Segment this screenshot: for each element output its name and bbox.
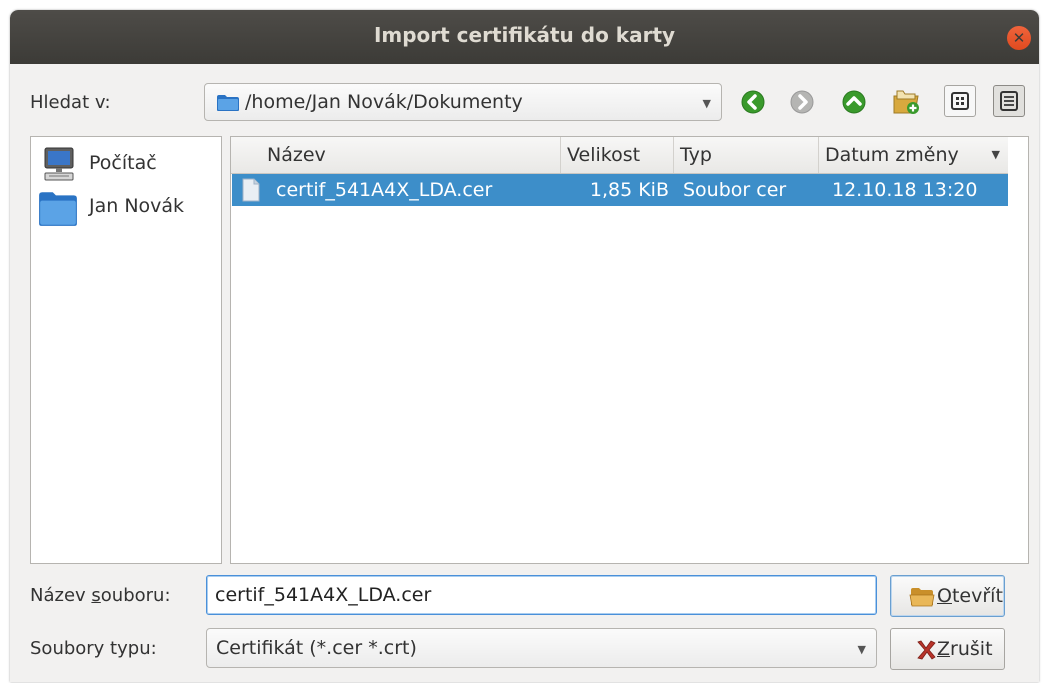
file-name-label-mnemonic: s [91,585,101,606]
open-folder-icon [909,588,935,607]
folder-icon [39,192,77,226]
file-name-label-part: ouboru: [100,585,171,606]
parent-folder-button[interactable] [839,87,869,117]
sidebar-item-label: Jan Novák [89,195,185,217]
column-header-date[interactable]: Datum změny ▼ [819,137,1008,173]
cancel-mnemonic: Z [937,638,951,660]
detail-view-icon [1000,91,1018,111]
dialog-window: Import certifikátu do karty ✕ Hledat v: … [10,10,1039,682]
close-button[interactable]: ✕ [1007,26,1031,50]
file-type-cell: Soubor cer [683,179,787,201]
cancel-x-icon [917,640,936,660]
back-arrow-icon [741,90,765,114]
cancel-button-label: Zrušit [937,638,993,660]
folder-icon [217,95,239,111]
sidebar-item-label: Počítač [89,152,157,174]
file-name-label-part: Název [30,585,92,606]
list-view-button[interactable] [944,85,976,117]
sidebar-item-computer[interactable]: Počítač [31,143,221,185]
column-header-type[interactable]: Typ [674,137,819,173]
forward-button[interactable] [787,87,817,117]
file-type-combobox[interactable]: Certifikát (*.cer *.crt) ▼ [206,628,877,668]
chevron-down-icon: ▼ [702,97,711,110]
detail-view-button[interactable] [993,85,1025,117]
file-name-cell: certif_541A4X_LDA.cer [276,179,493,201]
column-header-name[interactable]: Název [231,137,561,173]
file-list: Název Velikost Typ Datum změny ▼ certif_… [230,136,1029,564]
file-type-value: Certifikát (*.cer *.crt) [216,637,417,659]
up-arrow-icon [842,90,866,114]
cancel-label-rest: rušit [950,638,993,660]
sort-descending-icon: ▼ [991,148,1000,161]
file-type-label: Soubory typu: [30,638,157,659]
computer-icon [44,147,74,181]
column-header-date-label: Datum změny [825,144,959,166]
file-size-cell: 1,85 KiB [589,179,669,201]
file-name-label: Název souboru: [30,585,171,606]
sidebar-item-home[interactable]: Jan Novák [31,186,221,228]
places-sidebar: Počítač Jan Novák [30,136,222,564]
dialog-title: Import certifikátu do karty [373,23,676,47]
close-icon: ✕ [1012,29,1026,47]
file-name-input[interactable]: certif_541A4X_LDA.cer [206,575,877,615]
new-folder-button[interactable] [891,87,921,117]
look-in-combobox[interactable]: /home/Jan Novák/Dokumenty ▼ [204,83,722,121]
open-label-rest: tevřít [951,585,1003,607]
back-button[interactable] [738,87,768,117]
chevron-down-icon: ▼ [857,643,866,656]
file-date-cell: 12.10.18 13:20 [832,179,978,201]
file-list-header: Název Velikost Typ Datum změny ▼ [231,137,1008,174]
file-name-value: certif_541A4X_LDA.cer [215,584,432,606]
look-in-label: Hledat v: [30,92,111,113]
list-view-icon [951,92,969,110]
forward-arrow-icon [790,90,814,114]
look-in-path: /home/Jan Novák/Dokumenty [245,91,523,113]
cancel-button[interactable]: Zrušit [890,628,1005,670]
open-button-label: Otevřít [937,585,1003,607]
file-icon [242,178,260,202]
open-button[interactable]: Otevřít [890,575,1005,617]
open-mnemonic: O [937,585,952,607]
table-row[interactable]: certif_541A4X_LDA.cer 1,85 KiB Soubor ce… [232,174,1008,206]
new-folder-icon [893,90,919,114]
title-bar[interactable]: Import certifikátu do karty ✕ [10,10,1039,64]
column-header-size[interactable]: Velikost [561,137,674,173]
